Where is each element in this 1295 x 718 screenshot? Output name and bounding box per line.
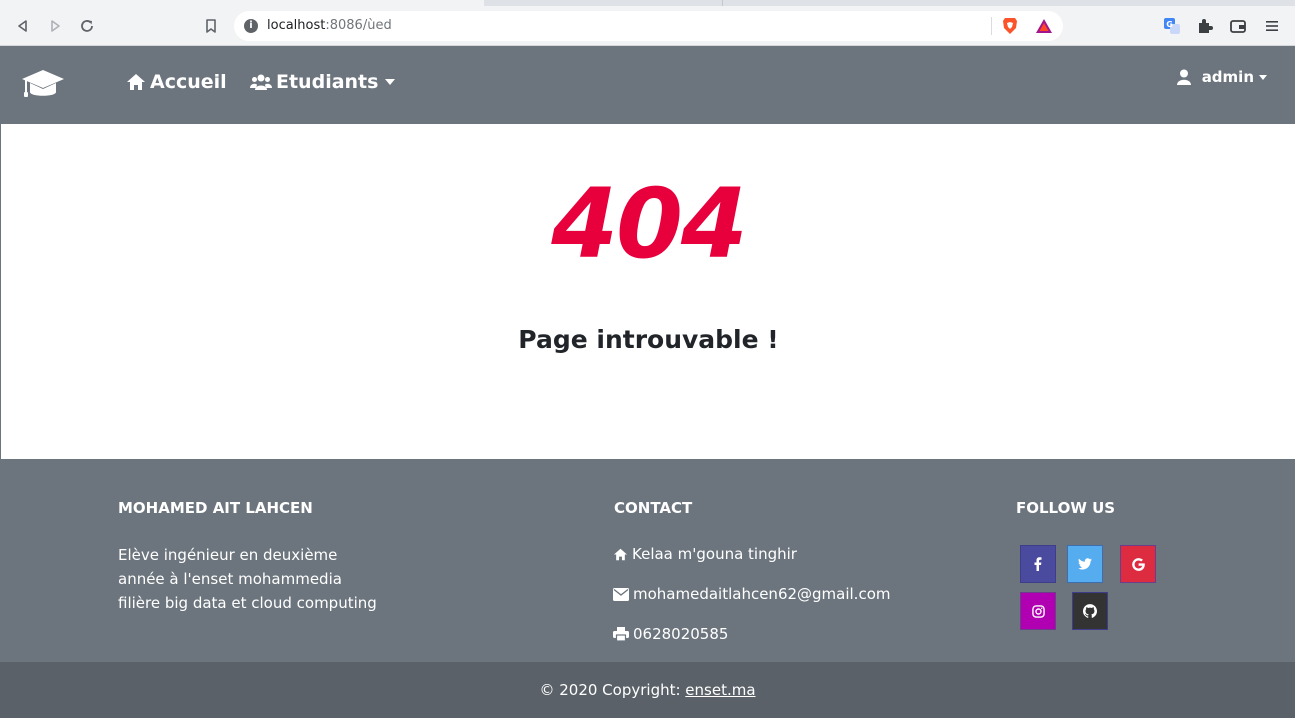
address-bar[interactable]: i localhost:8086/ùed bbox=[234, 11, 1063, 41]
copyright-bar: © 2020 Copyright: enset.ma bbox=[0, 662, 1295, 718]
home-icon bbox=[614, 548, 627, 560]
brave-rewards-icon[interactable] bbox=[1035, 17, 1053, 35]
url-divider bbox=[991, 17, 992, 35]
error-message: Page introuvable ! bbox=[518, 325, 779, 354]
reload-icon bbox=[81, 20, 93, 32]
about-line: année à l'enset mohammedia bbox=[118, 570, 342, 588]
contact-phone-text: 0628020585 bbox=[633, 625, 729, 643]
contact-address: Kelaa m'gouna tinghir bbox=[613, 545, 797, 563]
about-line: filière big data et cloud computing bbox=[118, 594, 377, 612]
github-button[interactable] bbox=[1072, 592, 1108, 630]
copyright-text: © 2020 Copyright: bbox=[539, 681, 686, 699]
main-content: 404 Page introuvable ! bbox=[0, 124, 1295, 459]
navbar: Accueil Etudiants admin bbox=[0, 46, 1295, 124]
footer-follow-heading: FOLLOW US bbox=[1016, 499, 1116, 517]
nav-link-label: Etudiants bbox=[276, 71, 379, 93]
footer-about-text: Elève ingénieur en deuxième année à l'en… bbox=[118, 543, 377, 615]
site-info-icon[interactable]: i bbox=[244, 19, 258, 33]
google-button[interactable] bbox=[1120, 545, 1156, 583]
bookmark-icon bbox=[206, 19, 216, 33]
github-icon bbox=[1083, 604, 1097, 618]
contact-email-text[interactable]: mohamedaitlahcen62@gmail.com bbox=[633, 585, 891, 603]
home-icon bbox=[127, 74, 145, 90]
forward-button[interactable] bbox=[45, 16, 65, 36]
reload-button[interactable] bbox=[77, 16, 97, 36]
twitter-button[interactable] bbox=[1067, 545, 1103, 583]
contact-phone: 0628020585 bbox=[613, 625, 728, 643]
instagram-icon bbox=[1031, 604, 1045, 618]
back-arrow-icon bbox=[18, 20, 27, 32]
browser-chrome: i localhost:8086/ùed G bbox=[0, 0, 1295, 46]
url-text[interactable]: localhost:8086/ùed bbox=[267, 18, 392, 33]
contact-email: mohamedaitlahcen62@gmail.com bbox=[613, 585, 891, 603]
back-button[interactable] bbox=[13, 16, 33, 36]
footer-about-heading: MOHAMED AIT LAHCEN bbox=[118, 499, 313, 517]
chevron-down-icon bbox=[1259, 74, 1267, 80]
graduation-cap-icon[interactable] bbox=[20, 66, 66, 102]
bookmark-button[interactable] bbox=[201, 16, 221, 36]
nav-dropdown-etudiants[interactable]: Etudiants bbox=[250, 71, 396, 93]
google-icon bbox=[1131, 557, 1145, 571]
brave-shield-icon[interactable] bbox=[1001, 17, 1019, 35]
facebook-button[interactable] bbox=[1020, 545, 1056, 583]
forward-arrow-icon bbox=[51, 20, 60, 32]
error-code: 404 bbox=[551, 168, 747, 280]
user-dropdown[interactable]: admin bbox=[1176, 68, 1267, 86]
nav-link-label: Accueil bbox=[150, 71, 227, 93]
print-icon bbox=[613, 627, 629, 641]
copyright-link[interactable]: enset.ma bbox=[685, 681, 755, 699]
chevron-down-icon bbox=[385, 79, 396, 85]
footer-contact-heading: CONTACT bbox=[614, 499, 693, 517]
wallet-icon[interactable] bbox=[1229, 17, 1247, 35]
twitter-icon bbox=[1078, 558, 1092, 570]
users-icon bbox=[250, 74, 272, 90]
extensions-puzzle-icon[interactable] bbox=[1196, 17, 1214, 35]
svg-text:G: G bbox=[1166, 20, 1173, 29]
contact-address-text: Kelaa m'gouna tinghir bbox=[632, 545, 797, 563]
url-path: :8086/ùed bbox=[325, 18, 392, 33]
active-tab[interactable] bbox=[0, 0, 484, 6]
tab-strip bbox=[0, 0, 1295, 6]
instagram-button[interactable] bbox=[1020, 592, 1056, 630]
translate-extension-icon[interactable]: G bbox=[1163, 17, 1181, 35]
about-line: Elève ingénieur en deuxième bbox=[118, 546, 338, 564]
nav-link-accueil[interactable]: Accueil bbox=[126, 71, 227, 93]
tab-separator bbox=[722, 0, 723, 6]
facebook-icon bbox=[1034, 557, 1042, 571]
user-icon bbox=[1176, 69, 1191, 85]
envelope-icon bbox=[613, 587, 629, 601]
menu-hamburger-icon[interactable] bbox=[1263, 17, 1281, 35]
footer: MOHAMED AIT LAHCEN Elève ingénieur en de… bbox=[0, 459, 1295, 662]
url-host: localhost bbox=[267, 18, 326, 33]
user-label: admin bbox=[1201, 68, 1254, 86]
